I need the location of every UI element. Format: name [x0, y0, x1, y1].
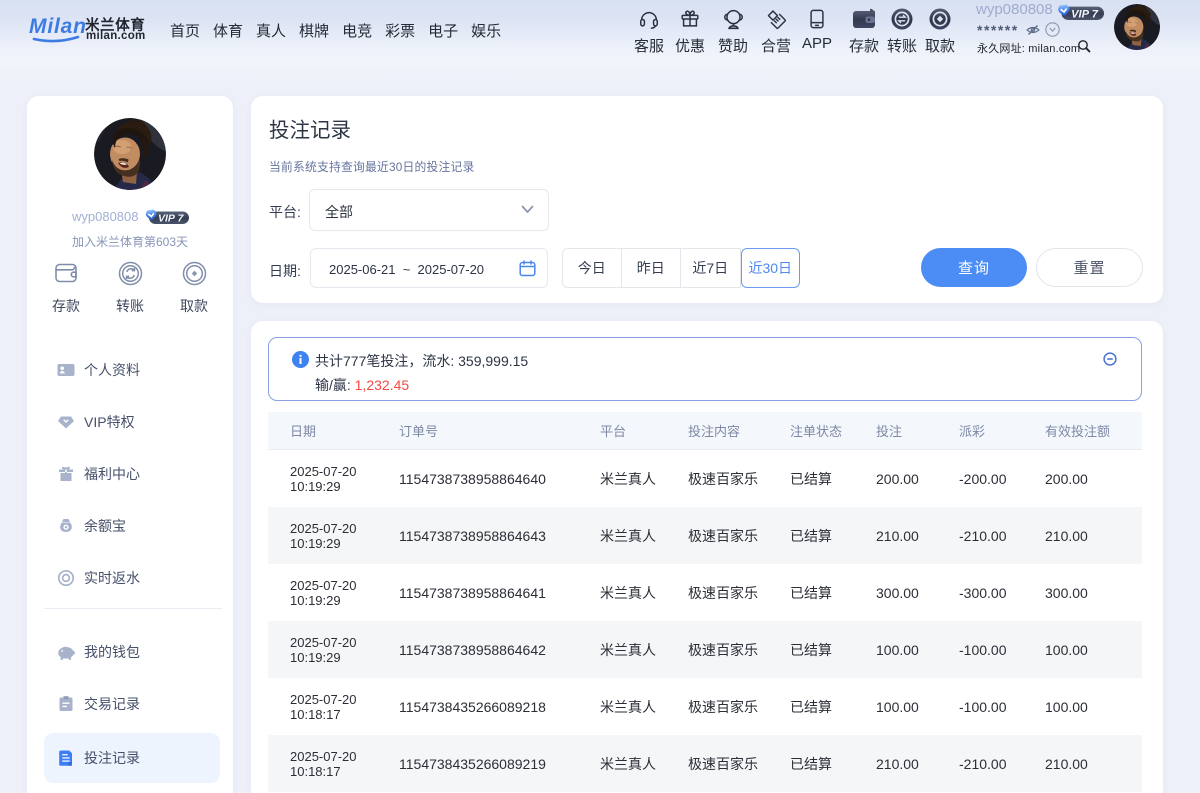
- svg-text:Milan: Milan: [29, 15, 86, 38]
